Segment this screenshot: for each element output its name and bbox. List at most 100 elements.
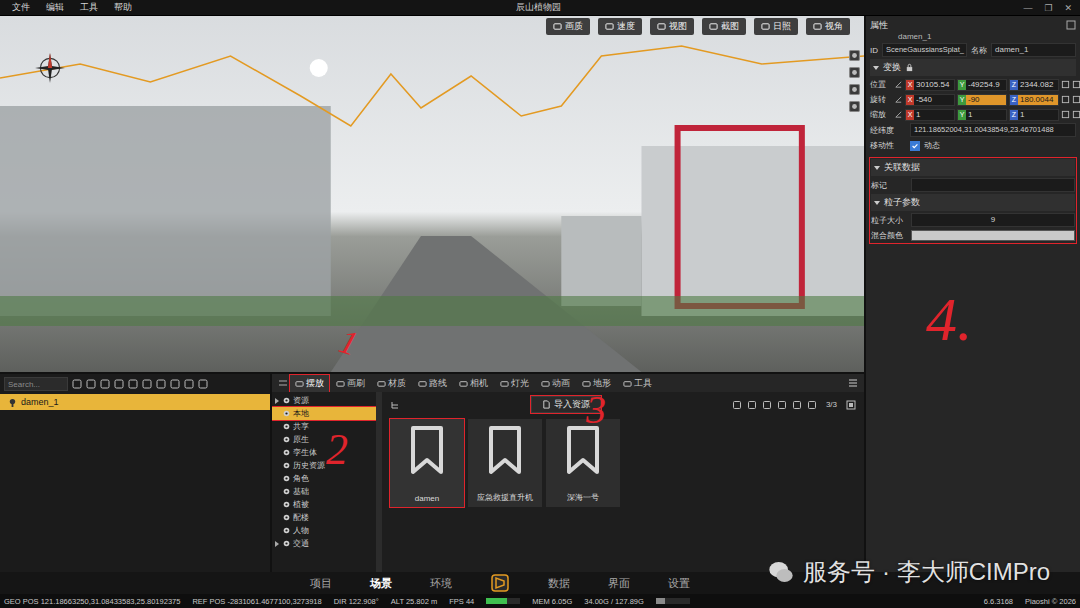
mobility-checkbox[interactable] [910, 141, 920, 151]
asset-card[interactable]: 应急救援直升机 [468, 419, 542, 507]
category-item[interactable]: 人物 [272, 524, 376, 537]
asset-tool-icon[interactable] [747, 400, 757, 410]
axis-field[interactable]: Y-49254.9 [957, 79, 1007, 91]
logo-icon[interactable] [490, 573, 510, 593]
geo-field[interactable]: 121.18652004,31.00438549,23.46701488 [910, 123, 1076, 137]
viewport-tool-button[interactable]: 视图 [650, 18, 694, 35]
category-item[interactable]: 共享 [272, 420, 376, 433]
expand-arrow-icon[interactable] [274, 397, 280, 405]
viewport-tool-button[interactable]: 画质 [546, 18, 590, 35]
axis-field[interactable]: Y-90 [957, 94, 1007, 106]
outliner-tool-icon[interactable] [156, 379, 166, 389]
expand-arrow-icon[interactable] [274, 488, 280, 496]
tree-icon[interactable] [390, 400, 400, 410]
compass-icon[interactable] [34, 52, 66, 84]
nav-item[interactable]: 数据 [548, 574, 570, 593]
menu-item[interactable]: 帮助 [106, 1, 140, 14]
asset-tool-icon[interactable] [807, 400, 817, 410]
side-tool-icon[interactable] [849, 67, 860, 78]
expand-arrow-icon[interactable] [274, 475, 280, 483]
side-tool-icon[interactable] [849, 84, 860, 95]
asset-tab[interactable]: 材质 [372, 375, 411, 392]
nav-item[interactable]: 界面 [608, 574, 630, 593]
axis-field[interactable]: Y1 [957, 109, 1007, 121]
asset-tool-icon[interactable] [777, 400, 787, 410]
section-header[interactable]: 关联数据 [871, 159, 1075, 176]
asset-card[interactable]: 深海一号 [546, 419, 620, 507]
category-item[interactable]: 基础 [272, 485, 376, 498]
asset-tab[interactable]: 相机 [454, 375, 493, 392]
window-control[interactable]: — [1023, 3, 1032, 13]
copy-icon[interactable] [1061, 95, 1070, 104]
viewport-tool-button[interactable]: 日照 [754, 18, 798, 35]
lock-icon[interactable] [905, 63, 914, 72]
menu-item[interactable]: 工具 [72, 1, 106, 14]
settings-icon[interactable] [846, 400, 856, 410]
panel-float-icon[interactable] [1066, 20, 1076, 30]
expand-arrow-icon[interactable] [274, 449, 280, 457]
particle-size-field[interactable]: 9 [911, 213, 1075, 227]
reset-icon[interactable] [1072, 110, 1080, 119]
category-item[interactable]: 角色 [272, 472, 376, 485]
axis-field[interactable]: Z1 [1009, 109, 1059, 121]
expand-arrow-icon[interactable] [274, 436, 280, 444]
axis-field[interactable]: Z2344.082 [1009, 79, 1059, 91]
copy-icon[interactable] [1061, 110, 1070, 119]
axis-field[interactable]: X1 [905, 109, 955, 121]
category-item[interactable]: 资源 [272, 394, 376, 407]
reset-icon[interactable] [1072, 80, 1080, 89]
asset-tab[interactable]: 路线 [413, 375, 452, 392]
outliner-tool-icon[interactable] [86, 379, 96, 389]
asset-tab[interactable]: 摆放 [290, 375, 329, 392]
asset-tab[interactable]: 工具 [618, 375, 657, 392]
asset-tool-icon[interactable] [762, 400, 772, 410]
axis-field[interactable]: X30105.54 [905, 79, 955, 91]
copy-icon[interactable] [1061, 80, 1070, 89]
panel-menu-icon[interactable] [278, 378, 288, 388]
tag-field[interactable] [911, 178, 1075, 192]
asset-tab[interactable]: 灯光 [495, 375, 534, 392]
asset-tool-icon[interactable] [792, 400, 802, 410]
outliner-search[interactable] [4, 377, 68, 391]
expand-arrow-icon[interactable] [274, 410, 280, 418]
menu-item[interactable]: 文件 [4, 1, 38, 14]
axis-field[interactable]: X-540 [905, 94, 955, 106]
viewport-tool-button[interactable]: 速度 [598, 18, 642, 35]
list-view-icon[interactable] [848, 378, 858, 388]
menu-item[interactable]: 编辑 [38, 1, 72, 14]
name-field[interactable]: damen_1 [991, 43, 1076, 57]
viewport-tool-button[interactable]: 视角 [806, 18, 850, 35]
outliner-tool-icon[interactable] [72, 379, 82, 389]
nav-item[interactable]: 设置 [668, 574, 690, 593]
asset-tab[interactable]: 地形 [577, 375, 616, 392]
expand-arrow-icon[interactable] [274, 462, 280, 470]
viewport-tool-button[interactable]: 截图 [702, 18, 746, 35]
nav-item[interactable]: 环境 [430, 574, 452, 593]
category-item[interactable]: 配楼 [272, 511, 376, 524]
outliner-tool-icon[interactable] [170, 379, 180, 389]
outliner-tool-icon[interactable] [184, 379, 194, 389]
side-tool-icon[interactable] [849, 101, 860, 112]
outliner-tool-icon[interactable] [100, 379, 110, 389]
nav-item[interactable]: 项目 [310, 574, 332, 593]
nav-item[interactable]: 场景 [370, 574, 392, 593]
window-control[interactable]: ❐ [1044, 3, 1052, 13]
outliner-tool-icon[interactable] [198, 379, 208, 389]
category-item[interactable]: 本地 [272, 407, 376, 420]
category-item[interactable]: 孪生体 [272, 446, 376, 459]
outliner-tool-icon[interactable] [142, 379, 152, 389]
window-control[interactable]: ✕ [1064, 3, 1072, 13]
expand-arrow-icon[interactable] [274, 514, 280, 522]
category-item[interactable]: 原生 [272, 433, 376, 446]
blend-color-swatch[interactable] [911, 230, 1075, 241]
axis-field[interactable]: Z180.0044 [1009, 94, 1059, 106]
expand-arrow-icon[interactable] [274, 501, 280, 509]
expand-arrow-icon[interactable] [274, 423, 280, 431]
expand-arrow-icon[interactable] [274, 527, 280, 535]
category-item[interactable]: 历史资源 [272, 459, 376, 472]
expand-arrow-icon[interactable] [274, 540, 280, 548]
asset-tool-icon[interactable] [732, 400, 742, 410]
side-tool-icon[interactable] [849, 50, 860, 61]
category-item[interactable]: 交通 [272, 537, 376, 550]
outliner-tool-icon[interactable] [114, 379, 124, 389]
